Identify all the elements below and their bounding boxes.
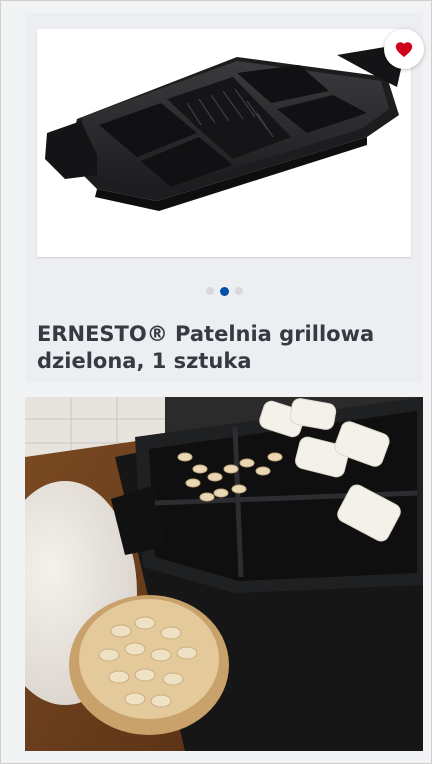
grill-pan-image bbox=[45, 47, 401, 211]
pagination-dot-2[interactable] bbox=[219, 286, 229, 296]
product-image[interactable] bbox=[37, 29, 411, 257]
lifestyle-image bbox=[25, 397, 423, 751]
favorite-button[interactable] bbox=[384, 29, 424, 69]
product-card: ERNESTO® Patelnia grillowa dzielona, 1 s… bbox=[25, 13, 424, 383]
heart-icon bbox=[395, 42, 413, 58]
page-frame: ERNESTO® Patelnia grillowa dzielona, 1 s… bbox=[0, 0, 432, 764]
product-title: ERNESTO® Patelnia grillowa dzielona, 1 s… bbox=[37, 322, 375, 373]
lifestyle-photo[interactable] bbox=[25, 397, 423, 751]
pagination-dot-1[interactable] bbox=[205, 287, 214, 295]
pagination-dot-3[interactable] bbox=[234, 287, 243, 295]
image-pagination bbox=[25, 285, 423, 297]
